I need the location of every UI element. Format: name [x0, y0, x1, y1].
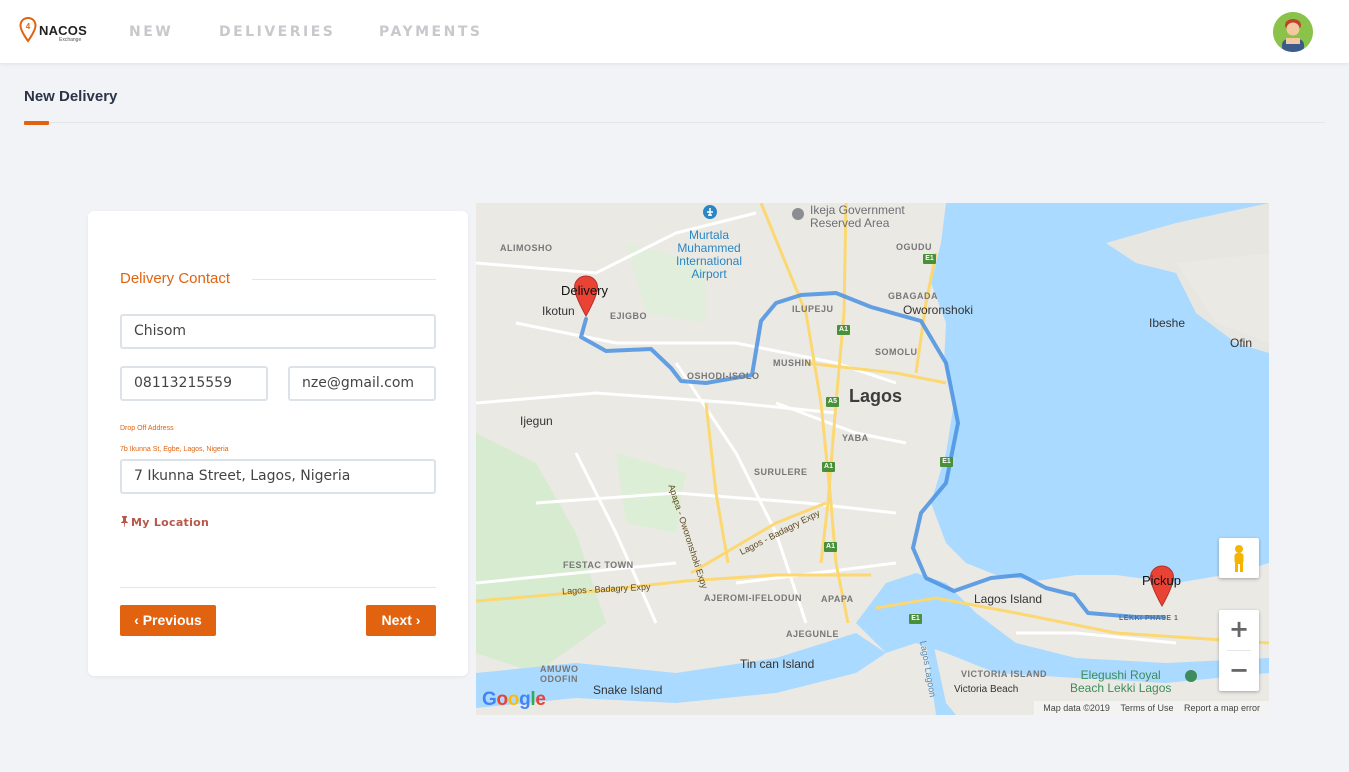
highway-shield: E1	[940, 457, 953, 467]
nav-payments[interactable]: PAYMENTS	[379, 24, 482, 40]
highway-shield: A1	[822, 462, 835, 472]
map-label: APAPA	[821, 594, 854, 604]
delivery-form-card: Delivery Contact Chisom 08113215559 nze@…	[88, 211, 468, 676]
map-label: SOMOLU	[875, 347, 918, 357]
dropoff-address-hint[interactable]: 7b Ikunna St, Egbe, Lagos, Nigeria	[120, 446, 229, 453]
map-label-lagos: Lagos	[849, 386, 903, 406]
map-label: OSHODI-ISOLO	[687, 371, 760, 381]
thumbtack-icon	[121, 516, 128, 527]
map-label: Ikotun	[542, 304, 575, 318]
nacos-logo[interactable]: 4 NACOS Exchange	[19, 17, 89, 45]
route-map[interactable]: Delivery Pickup ALIMOSHO Ikotun EJIGBO I…	[476, 203, 1269, 715]
phone-input[interactable]: 08113215559	[120, 366, 268, 401]
map-label: FESTAC TOWN	[563, 560, 634, 570]
map-label: EJIGBO	[610, 311, 648, 321]
previous-label: Previous	[142, 612, 202, 628]
map-label: Lagos Island	[974, 592, 1043, 606]
pegman-icon	[1234, 545, 1244, 572]
title-divider	[24, 122, 1325, 123]
chevron-left-icon: ‹	[134, 612, 139, 628]
map-label: Tin can Island	[740, 657, 815, 671]
map-label: Snake Island	[593, 683, 663, 697]
form-divider	[120, 587, 436, 588]
highway-shield: A1	[824, 542, 837, 552]
map-label: LEKKI PHASE 1	[1119, 615, 1179, 622]
next-button[interactable]: Next ›	[366, 605, 436, 636]
map-label: Ofin	[1230, 336, 1253, 350]
user-avatar[interactable]	[1273, 12, 1313, 52]
map-label: ILUPEJU	[792, 304, 834, 314]
nav-deliveries[interactable]: DELIVERIES	[219, 24, 335, 40]
title-underline-accent	[24, 121, 49, 125]
logo-subtext: Exchange	[59, 37, 82, 43]
my-location-link[interactable]: My Location	[120, 516, 209, 529]
map-label: AJEROMI-IFELODUN	[704, 593, 802, 603]
google-logo[interactable]: Google	[482, 689, 546, 711]
section-divider	[252, 279, 436, 280]
map-label: MUSHIN	[773, 358, 812, 368]
elegushi-label: Elegushi Royal Beach Lekki Lagos	[1070, 668, 1172, 695]
zoom-out-button[interactable]: −	[1219, 651, 1259, 691]
zoom-control: + −	[1219, 610, 1259, 691]
terms-of-use-link[interactable]: Terms of Use	[1120, 703, 1173, 713]
avatar-person-icon	[1273, 12, 1313, 52]
dropoff-address-label: Drop Off Address	[120, 425, 174, 432]
highway-shield: E1	[909, 614, 922, 624]
nav-new[interactable]: NEW	[129, 24, 173, 40]
map-label: YABA	[842, 433, 869, 443]
contact-name-input[interactable]: Chisom	[120, 314, 436, 349]
report-error-link[interactable]: Report a map error	[1184, 703, 1260, 713]
email-input[interactable]: nze@gmail.com	[288, 366, 436, 401]
map-data-text: Map data ©2019	[1043, 703, 1110, 713]
map-label: AJEGUNLE	[786, 629, 840, 639]
logo-text: NACOS	[39, 23, 87, 38]
next-label: Next	[381, 612, 412, 628]
map-label: ALIMOSHO	[500, 243, 553, 253]
map-label: Oworonshoki	[903, 303, 974, 317]
logo-pin-icon: 4	[19, 17, 37, 43]
top-navbar: 4 NACOS Exchange NEW DELIVERIES PAYMENTS	[0, 0, 1349, 63]
pickup-marker-label: Pickup	[1142, 573, 1182, 588]
dropoff-address-input[interactable]: 7 Ikunna Street, Lagos, Nigeria	[120, 459, 436, 494]
highway-shield: A5	[826, 397, 839, 407]
map-label: GBAGADA	[888, 291, 938, 301]
my-location-label: My Location	[131, 516, 210, 529]
page-title: New Delivery	[24, 88, 118, 105]
delivery-marker-label: Delivery	[561, 283, 608, 298]
section-title: Delivery Contact	[120, 270, 231, 287]
airport-label: Murtala Muhammed International Airport	[675, 228, 743, 281]
chevron-right-icon: ›	[415, 612, 421, 628]
highway-shield: E1	[923, 254, 936, 264]
map-attribution: Map data ©2019 Terms of Use Report a map…	[1034, 701, 1269, 715]
map-label: Victoria Beach	[954, 684, 1019, 695]
svg-text:4: 4	[26, 22, 31, 31]
previous-button[interactable]: ‹ Previous	[120, 605, 216, 636]
map-label: Ijegun	[520, 414, 553, 428]
amuwo-label: AMUWO ODOFIN	[540, 664, 579, 684]
map-label: SURULERE	[754, 467, 808, 477]
street-view-pegman[interactable]	[1219, 538, 1259, 578]
reserved-area-label: Ikeja Government Reserved Area	[810, 203, 905, 230]
map-label: Ibeshe	[1149, 316, 1186, 330]
highway-shield: A1	[837, 325, 850, 335]
map-label: OGUDU	[896, 242, 932, 252]
zoom-in-button[interactable]: +	[1219, 610, 1259, 650]
map-label: VICTORIA ISLAND	[961, 669, 1048, 679]
